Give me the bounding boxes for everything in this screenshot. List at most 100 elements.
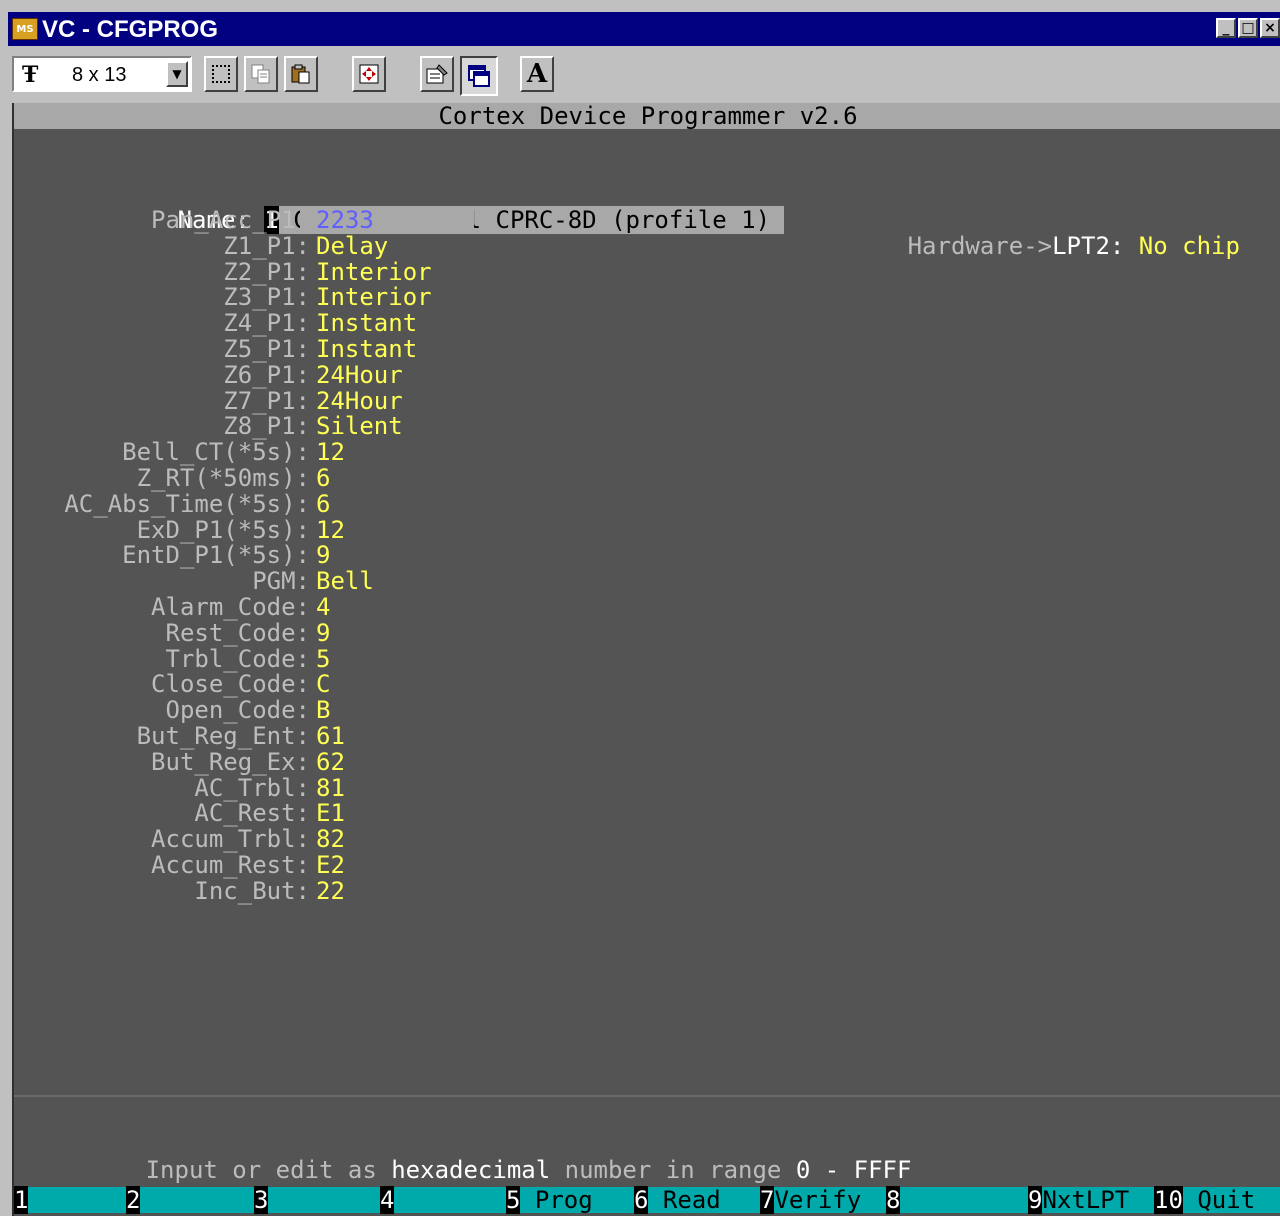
field-value[interactable]: 62 xyxy=(316,749,345,775)
chevron-down-icon[interactable]: ▼ xyxy=(166,61,188,87)
field-value[interactable]: Delay xyxy=(316,233,388,259)
field-label: Bell_CT(*5s): xyxy=(122,438,310,466)
mark-button[interactable] xyxy=(204,56,238,92)
field-label: Z7_P1: xyxy=(223,387,310,415)
fkey-6[interactable]: 6 Read xyxy=(634,1186,721,1214)
fkey-number: 9 xyxy=(1028,1186,1043,1214)
background-icon xyxy=(468,65,490,87)
field-label: EntD_P1(*5s): xyxy=(122,541,310,569)
field-value[interactable]: Silent xyxy=(316,413,403,439)
field-value[interactable]: 9 xyxy=(316,542,330,568)
fkey-8[interactable]: 8 xyxy=(886,1186,901,1214)
field-label: Inc_But: xyxy=(194,877,310,905)
field-value[interactable]: Interior xyxy=(316,284,432,310)
mark-icon xyxy=(212,65,230,83)
field-value[interactable]: 5 xyxy=(316,646,330,672)
fkey-number: 2 xyxy=(126,1186,141,1214)
field-value[interactable]: 12 xyxy=(316,439,345,465)
fkey-label: NxtLPT xyxy=(1042,1186,1130,1214)
status-line: Input or edit as hexadecimal number in r… xyxy=(14,1105,1280,1183)
field-value[interactable]: 6 xyxy=(316,465,330,491)
font-button[interactable]: A xyxy=(520,56,554,92)
fkey-4[interactable]: 4 xyxy=(380,1186,395,1214)
fkey-label: Verify xyxy=(774,1186,862,1214)
fkey-number: 1 xyxy=(14,1186,29,1214)
field-value[interactable]: C xyxy=(316,671,330,697)
close-button[interactable]: × xyxy=(1260,18,1280,38)
field-value[interactable]: E2 xyxy=(316,852,345,878)
hardware-port: LPT2: xyxy=(1052,232,1125,260)
paste-button[interactable] xyxy=(284,56,318,92)
field-value[interactable]: Instant xyxy=(316,310,417,336)
field-label: Open_Code: xyxy=(165,696,311,724)
field-label: Close_Code: xyxy=(151,670,310,698)
background-button[interactable] xyxy=(460,56,498,96)
maximize-button[interactable]: □ xyxy=(1238,18,1258,38)
status-text-3: number in range xyxy=(550,1156,796,1184)
field-value[interactable]: 24Hour xyxy=(316,362,403,388)
field-value[interactable]: 22 xyxy=(316,878,345,904)
field-value[interactable]: Bell xyxy=(316,568,374,594)
minimize-button[interactable]: _ xyxy=(1216,18,1236,38)
fullscreen-button[interactable] xyxy=(352,56,386,92)
field-value[interactable]: 9 xyxy=(316,620,330,646)
fkey-9[interactable]: 9NxtLPT xyxy=(1028,1186,1130,1214)
field-label: Trbl_Code: xyxy=(165,645,311,673)
fullscreen-icon xyxy=(359,64,379,84)
field-label: ExD_P1(*5s): xyxy=(136,516,310,544)
field-label: Rest_Code: xyxy=(165,619,311,647)
field-label: But_Reg_Ex: xyxy=(151,748,310,776)
function-key-bar: 1 2 3 4 5 Prog 6 Read 7Verify 8 9NxtLPT 10 Quit xyxy=(14,1186,1280,1214)
name-row: Name: 1 Control panel CPRC-8D (profile 1… xyxy=(14,155,1280,259)
field-value[interactable]: E1 xyxy=(316,800,345,826)
field-label: Pan_Acc_P1: xyxy=(151,206,310,234)
fkey-number: 7 xyxy=(760,1186,775,1214)
field-label: Z2_P1: xyxy=(223,258,310,286)
fkey-number: 5 xyxy=(506,1186,521,1214)
fkey-label: Read xyxy=(648,1186,721,1214)
fkey-3[interactable]: 3 xyxy=(254,1186,269,1214)
copy-icon xyxy=(251,64,270,84)
status-text-1: Input or edit as xyxy=(145,1156,392,1184)
font-size-select[interactable]: Ŧ 8 x 13 ▼ xyxy=(12,56,192,92)
field-value[interactable]: 82 xyxy=(316,826,345,852)
console-window: MS VC - CFGPROG _ □ × Ŧ 8 x 13 ▼ A Corte… xyxy=(0,0,1280,1216)
field-label: AC_Abs_Time(*5s): xyxy=(64,490,310,518)
field-value[interactable]: 4 xyxy=(316,594,330,620)
field-value[interactable]: 81 xyxy=(316,775,345,801)
font-icon: A xyxy=(526,59,548,89)
fkey-number: 10 xyxy=(1154,1186,1183,1214)
field-value[interactable]: 24Hour xyxy=(316,388,403,414)
field-value[interactable]: 61 xyxy=(316,723,345,749)
fkey-number: 3 xyxy=(254,1186,269,1214)
hardware-status: No chip xyxy=(1138,232,1240,260)
fkey-label: Quit xyxy=(1182,1186,1256,1214)
field-value[interactable]: 6 xyxy=(316,491,330,517)
window-controls: _ □ × xyxy=(1216,18,1280,38)
field-label: Alarm_Code: xyxy=(151,593,310,621)
fkey-5[interactable]: 5 Prog xyxy=(506,1186,593,1214)
field-label: AC_Rest: xyxy=(194,799,310,827)
field-label: Z1_P1: xyxy=(223,232,310,260)
field-value[interactable]: B xyxy=(316,697,330,723)
fkey-number: 4 xyxy=(380,1186,395,1214)
fkey-10[interactable]: 10 Quit xyxy=(1154,1186,1256,1214)
console-screen[interactable]: Cortex Device Programmer v2.6 Name: 1 Co… xyxy=(12,103,1280,1216)
app-icon[interactable]: MS xyxy=(12,18,38,40)
title-bar[interactable]: MS VC - CFGPROG _ □ × xyxy=(8,12,1280,46)
field-value[interactable]: Instant xyxy=(316,336,417,362)
field-label: Z_RT(*50ms): xyxy=(136,464,310,492)
fkey-7[interactable]: 7Verify xyxy=(760,1186,862,1214)
toolbar: Ŧ 8 x 13 ▼ A xyxy=(8,50,1280,100)
program-header: Cortex Device Programmer v2.6 xyxy=(14,103,1280,129)
properties-button[interactable] xyxy=(420,56,454,92)
field-value[interactable]: 2233 xyxy=(300,207,474,233)
field-label: Accum_Rest: xyxy=(151,851,310,879)
fkey-1[interactable]: 1 xyxy=(14,1186,29,1214)
field-value[interactable]: 12 xyxy=(316,517,345,543)
copy-button[interactable] xyxy=(244,56,278,92)
field-label: Accum_Trbl: xyxy=(151,825,310,853)
font-size-value: 8 x 13 xyxy=(72,64,127,86)
field-value[interactable]: Interior xyxy=(316,259,432,285)
fkey-2[interactable]: 2 xyxy=(126,1186,141,1214)
